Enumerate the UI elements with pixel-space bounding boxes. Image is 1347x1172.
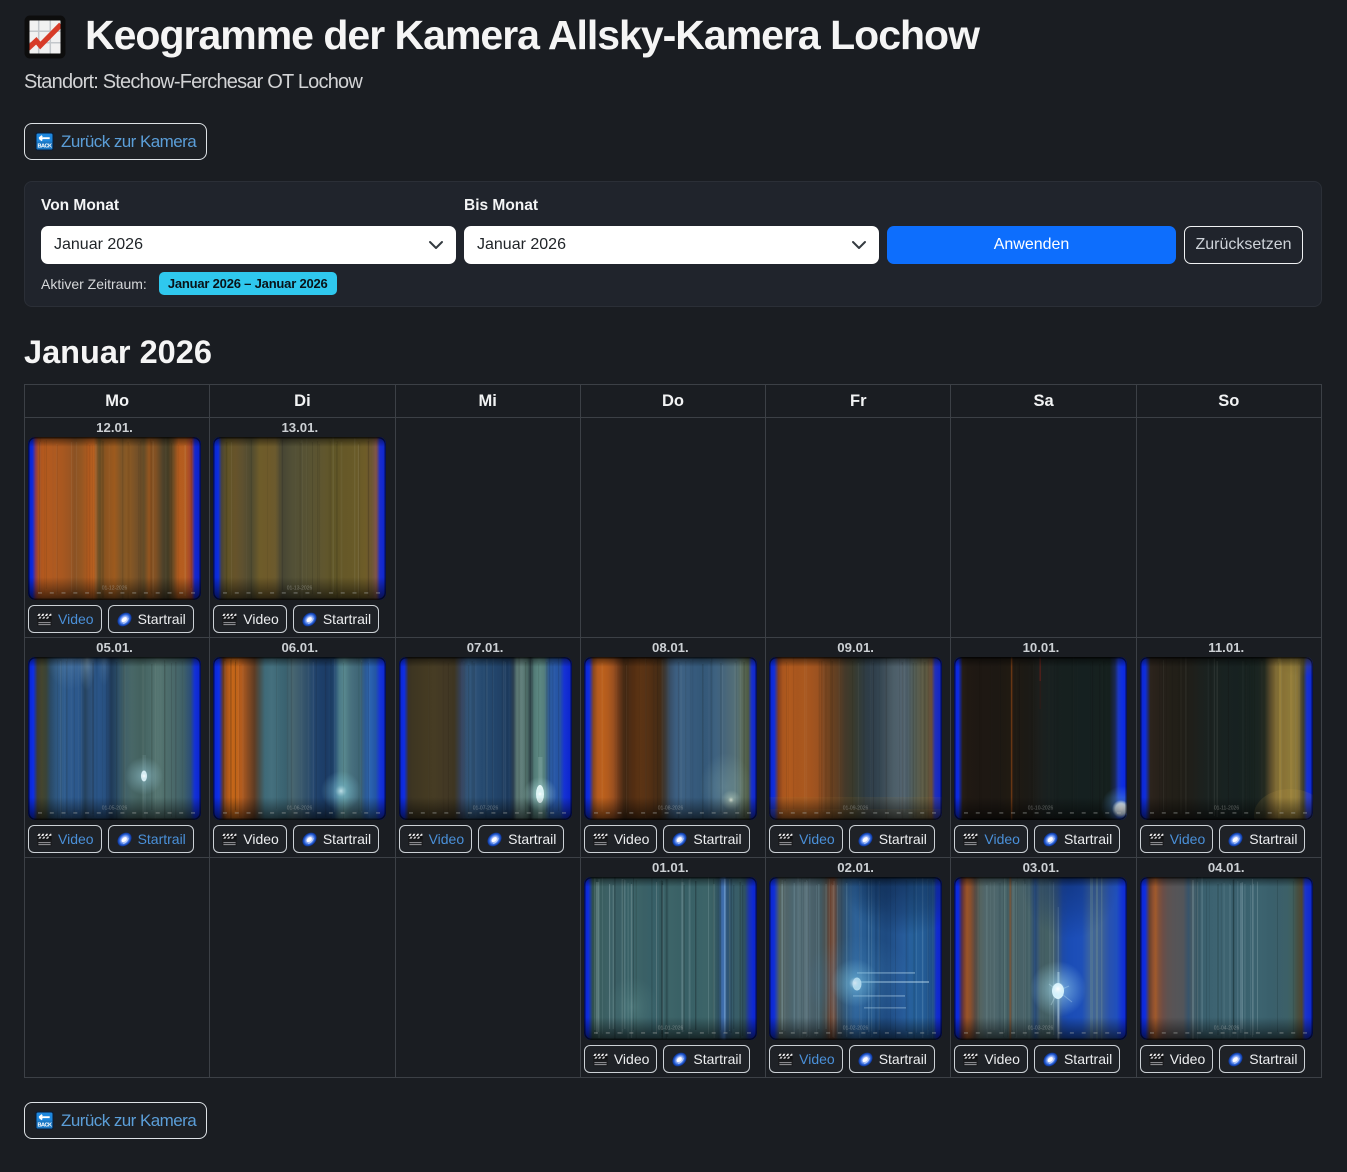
svg-text:BACK: BACK (38, 1123, 52, 1129)
svg-text:01-05-2026: 01-05-2026 (102, 806, 128, 812)
svg-text:01-08-2026: 01-08-2026 (658, 806, 684, 812)
svg-text:01-01-2026: 01-01-2026 (658, 1026, 684, 1032)
svg-text:01-12-2026: 01-12-2026 (102, 586, 128, 592)
svg-text:01-04-2026: 01-04-2026 (1213, 1026, 1239, 1032)
svg-text:01-09-2026: 01-09-2026 (843, 806, 869, 812)
svg-text:01-11-2026: 01-11-2026 (1214, 806, 1239, 812)
svg-text:BACK: BACK (38, 144, 52, 150)
svg-text:01-07-2026: 01-07-2026 (472, 806, 498, 812)
svg-text:01-13-2026: 01-13-2026 (287, 586, 313, 592)
svg-text:01-10-2026: 01-10-2026 (1028, 806, 1054, 812)
svg-text:01-03-2026: 01-03-2026 (1028, 1026, 1054, 1032)
svg-text:01-06-2026: 01-06-2026 (287, 806, 313, 812)
svg-text:01-02-2026: 01-02-2026 (843, 1026, 869, 1032)
